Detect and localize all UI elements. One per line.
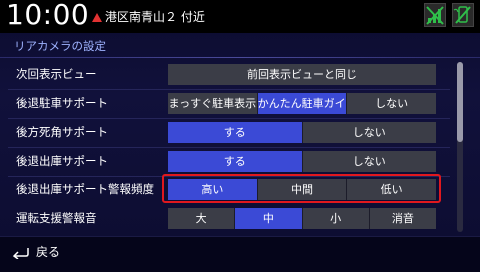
back-button[interactable]: 戻る [8, 241, 78, 265]
page-title: リアカメラの設定 [14, 39, 106, 53]
row-separator [8, 147, 450, 148]
row-separator [8, 118, 450, 119]
back-label: 戻る [36, 245, 61, 259]
row-label: 後退駐車サポート [16, 96, 108, 110]
option-quiet[interactable]: 小 [302, 208, 370, 229]
scrollbar[interactable] [457, 62, 463, 232]
option-off[interactable]: しない [347, 93, 437, 114]
option-group: する しない [168, 151, 436, 172]
position-marker-icon [92, 13, 102, 22]
row-label: 後方死角サポート [16, 125, 108, 139]
no-phone-icon [452, 3, 474, 27]
status-bar: 10:00 港区南青山２ 付近 [0, 0, 480, 33]
option-off[interactable]: しない [302, 122, 436, 143]
option-group: 大 中 小 消音 [168, 208, 436, 229]
option-medium[interactable]: 中 [235, 208, 303, 229]
current-location: 港区南青山２ 付近 [105, 10, 205, 24]
option-group: まっすぐ駐車表示 かんたん駐車ガイド しない [168, 93, 437, 114]
row-reverse-exit-support: 後退出庫サポート する しない [0, 149, 450, 177]
option-loud[interactable]: 大 [168, 208, 236, 229]
option-easy-parking-guide[interactable]: かんたん駐車ガイド [257, 93, 348, 114]
row-driving-assist-alarm-volume: 運転支援警報音 大 中 小 消音 [0, 206, 450, 231]
no-signal-icon [424, 3, 446, 27]
return-arrow-icon [12, 248, 29, 259]
option-off[interactable]: しない [302, 151, 436, 172]
row-label: 後退出庫サポート [16, 154, 108, 168]
option-on[interactable]: する [168, 122, 303, 143]
row-rear-blind-spot-support: 後方死角サポート する しない [0, 120, 450, 148]
row-label: 運転支援警報音 [16, 211, 97, 225]
scrollbar-thumb[interactable] [457, 62, 463, 142]
rear-camera-settings-screen: 10:00 港区南青山２ 付近 リアカメラの設定 次回表示ビュー 前回表示ビュー… [0, 0, 480, 272]
option-on[interactable]: する [168, 151, 303, 172]
option-group: する しない [168, 122, 436, 143]
row-next-display-view: 次回表示ビュー 前回表示ビューと同じ [0, 62, 450, 90]
option-straight-parking-display[interactable]: まっすぐ駐車表示 [168, 93, 258, 114]
option-group: 前回表示ビューと同じ [168, 64, 436, 85]
title-divider [0, 57, 480, 58]
row-label: 次回表示ビュー [16, 67, 97, 81]
row-reverse-parking-support: 後退駐車サポート まっすぐ駐車表示 かんたん駐車ガイド しない [0, 91, 450, 119]
option-same-as-previous-view[interactable]: 前回表示ビューと同じ [168, 64, 436, 85]
row-separator [8, 89, 450, 90]
option-mute[interactable]: 消音 [369, 208, 436, 229]
row-label: 後退出庫サポート警報頻度 [16, 182, 154, 196]
focus-highlight [162, 174, 441, 203]
clock: 10:00 [6, 0, 90, 31]
